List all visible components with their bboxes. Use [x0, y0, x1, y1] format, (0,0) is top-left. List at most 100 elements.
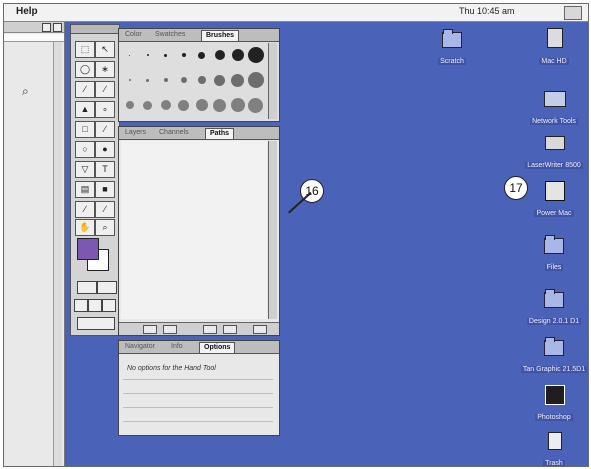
stroke-path-icon[interactable] [163, 325, 177, 334]
lasso-icon[interactable]: ◯ [75, 61, 95, 78]
hand-icon[interactable]: ✋ [75, 219, 95, 236]
brush-tip[interactable] [229, 43, 246, 67]
magic-wand-icon[interactable]: ∗ [95, 61, 115, 78]
desktop-icon-photoshop[interactable]: Photoshop [514, 382, 588, 424]
collapse-box-icon[interactable] [53, 23, 62, 32]
new-path-icon[interactable] [223, 325, 237, 334]
brush-tip[interactable] [175, 43, 192, 67]
make-selection-icon[interactable] [203, 325, 217, 334]
desktop-icon-laserwriter[interactable]: LaserWriter 8500 [514, 130, 588, 172]
tab-color[interactable]: Color [121, 30, 146, 40]
desktop-icon-scratch[interactable]: Scratch [412, 26, 492, 68]
brush-tip[interactable] [157, 68, 174, 92]
brush-tip[interactable] [211, 43, 228, 67]
line-icon[interactable]: ∕ [95, 201, 115, 218]
desktop-icon-tan-graphic[interactable]: Tan Graphic 21.5D1 [514, 334, 588, 376]
screen-mode-full-icon[interactable] [102, 299, 116, 312]
document-titlebar[interactable] [4, 22, 64, 33]
brush-tip[interactable] [229, 68, 246, 92]
airbrush-icon[interactable]: ∕ [75, 81, 95, 98]
brush-tip[interactable] [193, 68, 210, 92]
options-palette-tabs: Navigator Info Options [119, 341, 279, 354]
brush-tip[interactable] [139, 93, 156, 117]
server-icon [542, 86, 566, 110]
paths-list[interactable] [121, 141, 267, 319]
brush-tip[interactable] [211, 93, 228, 117]
zoom-icon[interactable]: ⌕ [95, 219, 115, 236]
desktop-icon-label: Photoshop [535, 414, 573, 421]
brush-tip[interactable] [247, 68, 264, 92]
paths-scrollbar[interactable] [268, 141, 277, 319]
paint-bucket-icon[interactable]: ■ [95, 181, 115, 198]
foreground-color-swatch[interactable] [77, 238, 99, 260]
jump-to-icon[interactable] [77, 317, 115, 330]
tab-channels[interactable]: Channels [155, 128, 193, 138]
brush-tip[interactable] [193, 93, 210, 117]
eyedropper-icon[interactable]: ∕ [75, 201, 95, 218]
brush-tip[interactable] [247, 43, 264, 67]
options-palette: Navigator Info Options No options for th… [118, 340, 280, 436]
desktop-icon-design[interactable]: Design 2.0.1 D1 [514, 286, 588, 328]
desktop-icon-label: Mac HD [539, 58, 569, 65]
tool-palette-titlebar[interactable] [71, 25, 119, 34]
stamp-icon[interactable]: ▲ [75, 101, 95, 118]
brush-tip[interactable] [121, 68, 138, 92]
desktop-icon-power-mac[interactable]: Power Mac [514, 178, 588, 220]
dodge-icon[interactable]: ● [95, 141, 115, 158]
fill-path-icon[interactable] [143, 325, 157, 334]
type-icon[interactable]: T [95, 161, 115, 178]
menubar-clock[interactable]: Thu 10:45 am [459, 6, 515, 16]
zoom-box-icon[interactable] [42, 23, 51, 32]
marquee-icon[interactable]: ⬚ [75, 41, 95, 58]
brush-tip[interactable] [139, 68, 156, 92]
desktop-icon-network-tools[interactable]: Network Tools [514, 86, 588, 128]
brushes-scrollbar[interactable] [268, 43, 277, 119]
paintbrush-icon[interactable]: ∕ [95, 81, 115, 98]
vertical-scrollbar[interactable] [53, 42, 62, 466]
gradient-icon[interactable]: ▤ [75, 181, 95, 198]
desktop-icon-label: Files [544, 264, 564, 271]
pen-icon[interactable]: ▽ [75, 161, 95, 178]
brush-tip[interactable] [211, 68, 228, 92]
tab-options[interactable]: Options [199, 342, 236, 353]
move-icon[interactable]: ↖ [95, 41, 115, 58]
delete-path-icon[interactable] [253, 325, 267, 334]
tab-paths[interactable]: Paths [205, 128, 235, 139]
screen-mode-standard-icon[interactable] [74, 299, 88, 312]
brushes-palette-tabs: Color Swatches Brushes [119, 29, 279, 42]
brush-tip[interactable] [175, 93, 192, 117]
smudge-icon[interactable]: ∘ [95, 101, 115, 118]
brush-tip[interactable] [157, 43, 174, 67]
tab-navigator[interactable]: Navigator [121, 342, 159, 352]
document-window[interactable]: ⌕ [4, 22, 65, 466]
desktop-icon-mac-hd[interactable]: Mac HD [514, 26, 588, 68]
brush-tip[interactable] [157, 93, 174, 117]
magnifier-icon[interactable]: ⌕ [22, 84, 29, 99]
blur-icon[interactable]: ○ [75, 141, 95, 158]
standard-mode-icon[interactable] [77, 281, 97, 294]
brush-tip[interactable] [229, 93, 246, 117]
tab-layers[interactable]: Layers [121, 128, 150, 138]
tab-swatches[interactable]: Swatches [151, 30, 189, 40]
eraser-icon[interactable]: □ [75, 121, 95, 138]
tab-brushes[interactable]: Brushes [201, 30, 240, 41]
quick-mask-icon[interactable] [97, 281, 117, 294]
divider [123, 393, 273, 394]
trash-icon [542, 428, 566, 452]
brush-tip[interactable] [247, 93, 264, 117]
brush-tip[interactable] [175, 68, 192, 92]
screen-mode-menubar-icon[interactable] [88, 299, 102, 312]
brush-grid [121, 43, 267, 119]
desktop-icon-label: Trash [543, 460, 565, 467]
folder-icon [542, 334, 566, 358]
brush-tip[interactable] [193, 43, 210, 67]
brush-tip[interactable] [121, 43, 138, 67]
help-menu[interactable]: Help [16, 6, 38, 17]
desktop-icon-trash[interactable]: Trash [514, 428, 588, 467]
application-menu-icon[interactable] [564, 6, 582, 20]
pencil-icon[interactable]: ∕ [95, 121, 115, 138]
desktop-icon-files[interactable]: Files [514, 232, 588, 274]
brush-tip[interactable] [121, 93, 138, 117]
brush-tip[interactable] [139, 43, 156, 67]
tab-info[interactable]: Info [167, 342, 187, 352]
